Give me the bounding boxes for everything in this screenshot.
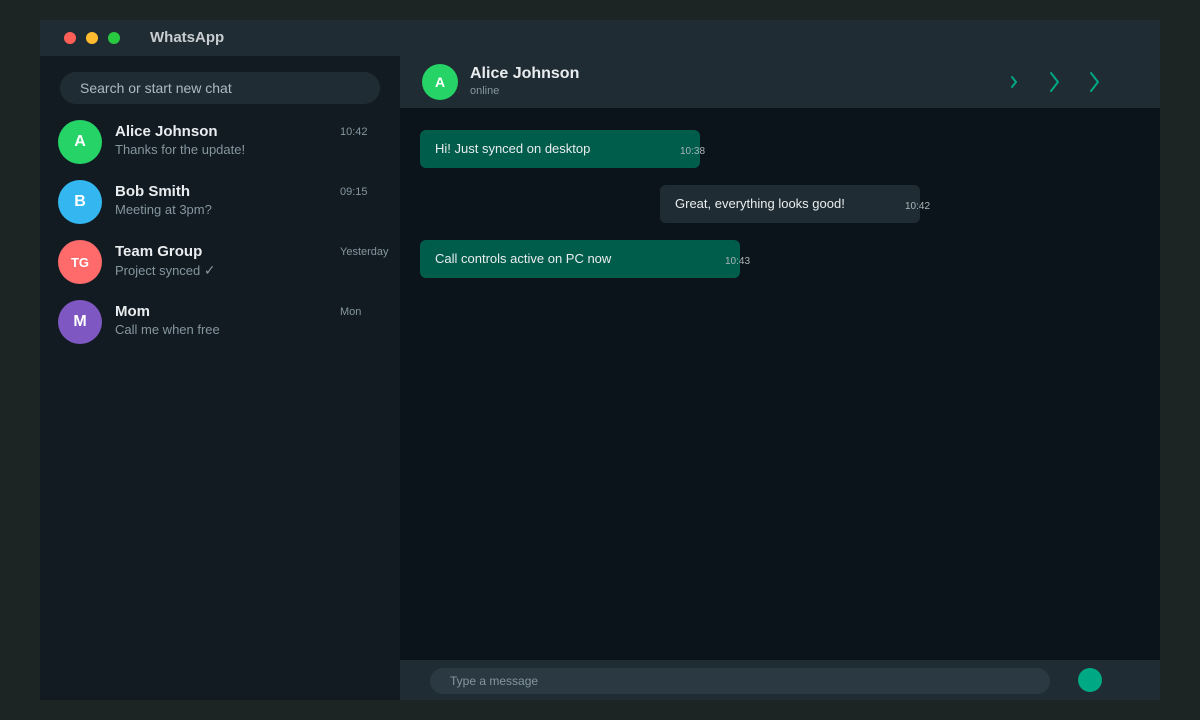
contact-avatar[interactable]: A	[422, 64, 458, 100]
search-input[interactable]: Search or start new chat	[60, 72, 380, 104]
chat-list-item-team-group[interactable]: TG Team Group Project synced ✓ Yesterday	[40, 238, 400, 294]
chat-time: 09:15	[340, 186, 368, 198]
message-bubble-incoming: Great, everything looks good! 10:42	[660, 185, 930, 223]
message-composer	[400, 660, 1160, 700]
message-bubble-outgoing: Call controls active on PC now 10:43	[420, 240, 750, 278]
message-time: 10:42	[905, 201, 931, 212]
avatar: A	[58, 120, 102, 164]
check-icon: ✓	[203, 262, 216, 278]
chat-list-item-bob-smith[interactable]: B Bob Smith Meeting at 3pm? 09:15	[40, 178, 400, 234]
message-text: Call controls active on PC now	[435, 251, 612, 266]
app-title: WhatsApp	[150, 29, 225, 46]
contact-status: online	[470, 85, 500, 97]
message-time: 10:38	[680, 146, 706, 157]
avatar: M	[58, 300, 102, 344]
message-text: Hi! Just synced on desktop	[435, 141, 591, 156]
close-window-button[interactable]	[64, 32, 76, 44]
sidebar: Search or start new chat A Alice Johnson…	[40, 56, 400, 700]
chat-time: 10:42	[340, 126, 368, 138]
minimize-window-button[interactable]	[86, 32, 98, 44]
title-bar: WhatsApp	[40, 20, 1160, 56]
message-bubble-outgoing: Hi! Just synced on desktop 10:38	[420, 130, 705, 168]
send-button[interactable]	[1078, 668, 1102, 692]
avatar: B	[58, 180, 102, 224]
chat-name: Bob Smith	[115, 183, 190, 200]
contact-name[interactable]: Alice Johnson	[470, 65, 579, 83]
chat-time: Mon	[340, 306, 362, 318]
chat-time: Yesterday	[340, 246, 389, 258]
chat-list-item-alice-johnson[interactable]: A Alice Johnson Thanks for the update! 1…	[40, 118, 400, 174]
message-input[interactable]	[430, 668, 1050, 694]
chevron-right-icon[interactable]	[1086, 70, 1102, 94]
chat-list-item-mom[interactable]: M Mom Call me when free Mon	[40, 298, 400, 354]
chevron-right-icon[interactable]	[1046, 70, 1062, 94]
chat-preview: Call me when free	[115, 322, 220, 337]
chat-name: Team Group	[115, 243, 203, 260]
app-window: WhatsApp Search or start new chat A Alic…	[40, 20, 1160, 700]
chat-preview: Thanks for the update!	[115, 142, 246, 157]
maximize-window-button[interactable]	[108, 32, 120, 44]
chat-name: Alice Johnson	[115, 123, 218, 140]
chat-pane: A Alice Johnson online Hi! Just synced o…	[400, 56, 1160, 700]
chat-preview-text: Project synced	[115, 263, 201, 278]
message-list: Hi! Just synced on desktop 10:38 Great, …	[400, 108, 1160, 660]
message-time: 10:43	[725, 256, 751, 267]
chat-preview: Project synced ✓	[115, 262, 216, 279]
chat-header: A Alice Johnson online	[400, 56, 1160, 108]
message-text: Great, everything looks good!	[675, 196, 845, 211]
chat-preview: Meeting at 3pm?	[115, 202, 212, 217]
chevron-right-icon[interactable]	[1008, 70, 1020, 94]
chat-name: Mom	[115, 303, 150, 320]
avatar: TG	[58, 240, 102, 284]
